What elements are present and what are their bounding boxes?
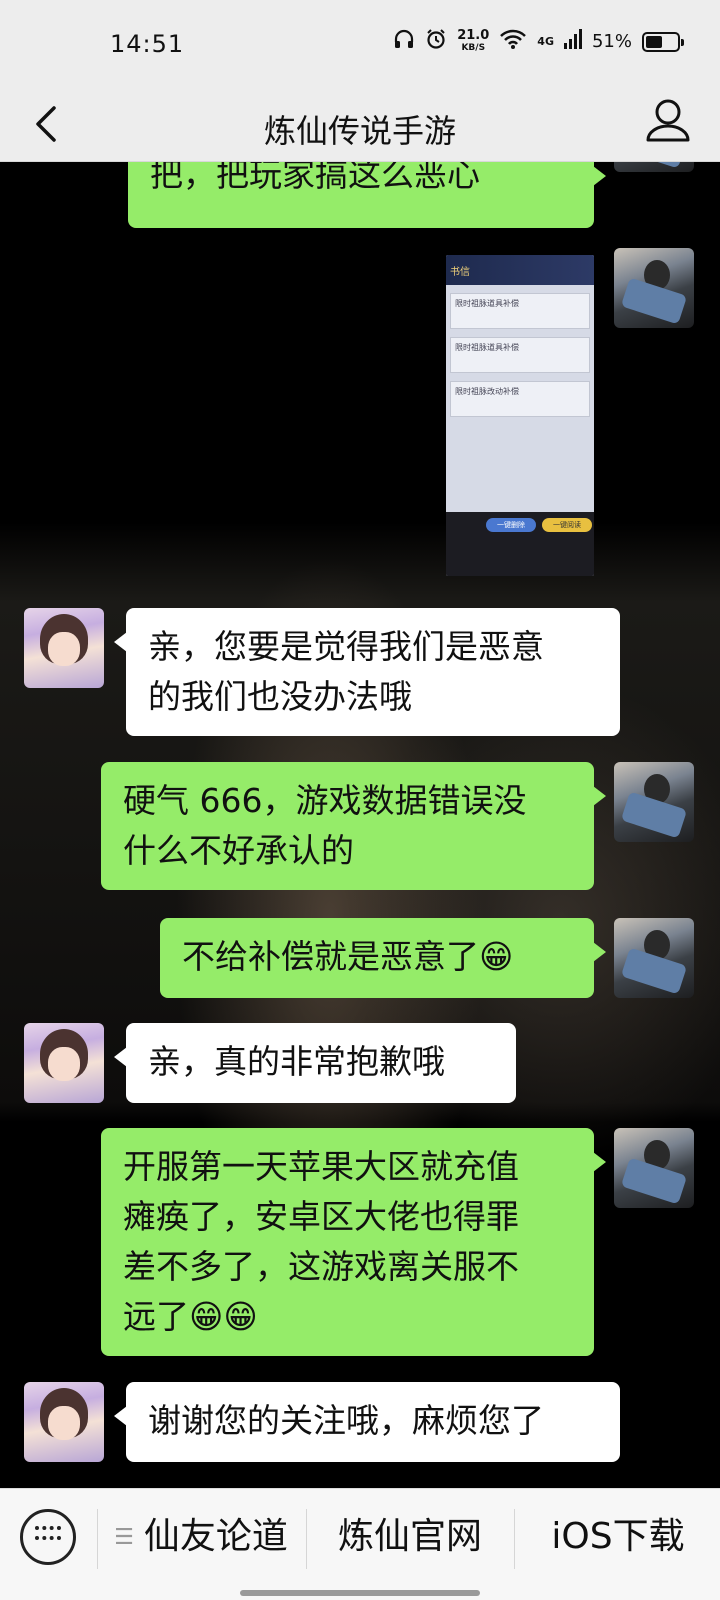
message-line: 瘫痪了，安卓区大佬也得罪 — [123, 1197, 519, 1236]
message-line: 亲，您要是觉得我们是恶意 — [148, 627, 544, 666]
service-avatar[interactable] — [24, 1023, 104, 1103]
menu-item-label: 炼仙官网 — [337, 1516, 482, 1557]
status-icons: 21.0 KB/S 4G 51% — [393, 27, 684, 55]
image-read-button: 一键阅读 — [542, 518, 592, 532]
image-footer: 一键删除 一键阅读 — [446, 512, 594, 576]
my-message-bubble[interactable]: 把，把玩家搞这么恶心 — [128, 162, 606, 228]
message-text: 亲，真的非常抱歉哦 — [148, 1042, 445, 1081]
keyboard-toggle-button[interactable] — [20, 1509, 76, 1565]
menu-item-official-site[interactable]: 炼仙官网 — [308, 1507, 512, 1567]
message-line: 什么不好承认的 — [123, 831, 354, 870]
image-message[interactable]: 书信 限时祖脉道具补偿 限时祖脉道具补偿 限时祖脉改动补偿 一键删除 一键阅读 — [446, 255, 594, 576]
alarm-icon — [425, 28, 447, 55]
image-header: 书信 — [446, 255, 594, 285]
message-line: 的我们也没办法哦 — [148, 677, 412, 716]
message-text: 把，把玩家搞这么恶心 — [150, 162, 480, 194]
image-row: 限时祖脉道具补偿 — [450, 293, 590, 329]
my-avatar[interactable] — [614, 1128, 694, 1208]
bottom-menu: ☰ 仙友论道 炼仙官网 iOS下载 — [0, 1488, 720, 1600]
home-indicator[interactable] — [240, 1590, 480, 1596]
my-message-bubble[interactable]: 不给补偿就是恶意了😁 — [160, 918, 606, 998]
image-row: 限时祖脉道具补偿 — [450, 337, 590, 373]
image-row: 限时祖脉改动补偿 — [450, 381, 590, 417]
my-avatar[interactable] — [614, 248, 694, 328]
message-line: 硬气 666，游戏数据错误没 — [123, 781, 527, 820]
headphones-icon — [393, 28, 415, 55]
service-message-bubble[interactable]: 亲，您要是觉得我们是恶意 的我们也没办法哦 — [114, 608, 620, 736]
status-time: 14:51 — [110, 30, 185, 58]
wifi-icon — [499, 28, 527, 55]
user-icon — [646, 99, 690, 142]
my-avatar[interactable] — [614, 762, 694, 842]
my-avatar[interactable] — [614, 918, 694, 998]
page-title: 炼仙传说手游 — [263, 112, 456, 150]
cellular-signal-icon — [563, 29, 582, 54]
profile-button[interactable] — [644, 96, 692, 148]
service-message-bubble[interactable]: 亲，真的非常抱歉哦 — [114, 1023, 516, 1103]
service-avatar[interactable] — [24, 1382, 104, 1462]
image-delete-button: 一键删除 — [486, 518, 536, 532]
message-line: 开服第一天苹果大区就充值 — [123, 1147, 519, 1186]
my-message-bubble[interactable]: 硬气 666，游戏数据错误没 什么不好承认的 — [101, 762, 606, 890]
menu-divider — [97, 1509, 98, 1569]
menu-divider — [306, 1509, 307, 1569]
message-line: 差不多了，这游戏离关服不 — [123, 1247, 519, 1286]
message-text: 谢谢您的关注哦，麻烦您了 — [148, 1401, 544, 1440]
message-text: 不给补偿就是恶意了😁 — [182, 937, 514, 976]
submenu-icon: ☰ — [114, 1525, 134, 1550]
message-line: 远了😁😁 — [123, 1297, 258, 1336]
title-bar: 炼仙传说手游 — [0, 88, 720, 162]
network-speed: 21.0 KB/S — [457, 27, 490, 54]
battery-icon — [642, 31, 684, 52]
network-speed-value: 21.0 — [457, 27, 490, 43]
menu-item-label: 仙友论道 — [143, 1516, 288, 1557]
menu-item-ios-download[interactable]: iOS下载 — [516, 1507, 720, 1567]
signal-label: 4G — [537, 35, 554, 48]
my-message-bubble[interactable]: 开服第一天苹果大区就充值 瘫痪了，安卓区大佬也得罪 差不多了，这游戏离关服不 远… — [101, 1128, 606, 1356]
my-avatar[interactable] — [614, 162, 694, 172]
battery-percent: 51% — [591, 31, 632, 52]
menu-divider — [514, 1509, 515, 1569]
menu-item-forum[interactable]: ☰ 仙友论道 — [100, 1507, 302, 1567]
service-message-bubble[interactable]: 谢谢您的关注哦，麻烦您了 — [114, 1382, 620, 1462]
chat-area[interactable]: 把，把玩家搞这么恶心 书信 限时祖脉道具补偿 限时祖脉道具补偿 限时祖脉改动补偿… — [0, 162, 720, 1488]
status-bar: 14:51 21.0 KB/S 4G 51% — [0, 0, 720, 88]
network-speed-unit: KB/S — [461, 42, 486, 53]
service-avatar[interactable] — [24, 608, 104, 688]
menu-item-label: iOS下载 — [551, 1516, 685, 1557]
